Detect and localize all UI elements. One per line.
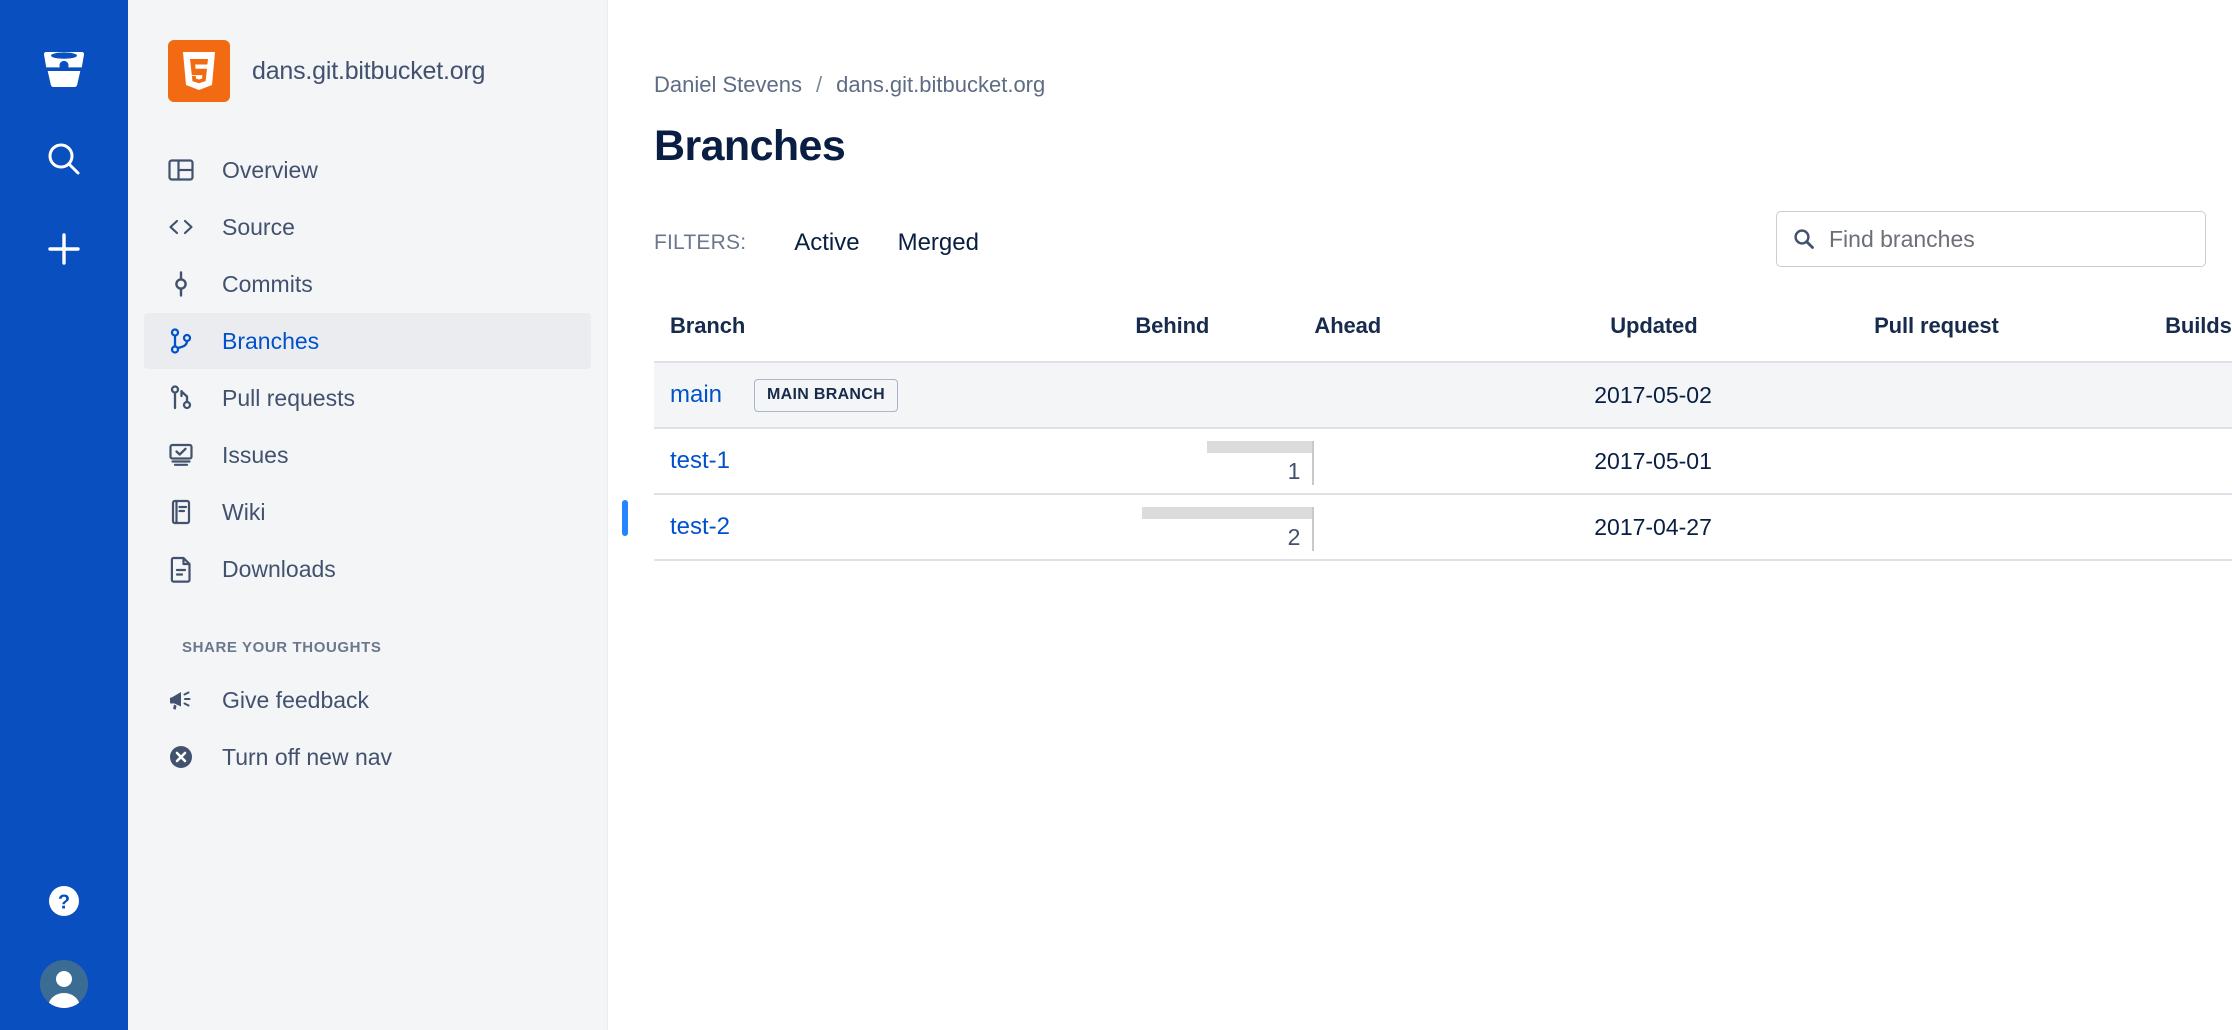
sidebar-item-label: Downloads xyxy=(222,556,336,583)
commit-node-icon xyxy=(166,269,196,299)
issue-checkbox-icon xyxy=(166,440,196,470)
cell-pull-request xyxy=(1874,494,2165,560)
sidebar-item-label: Wiki xyxy=(222,499,265,526)
cell-builds xyxy=(2165,494,2232,560)
breadcrumb-separator: / xyxy=(816,72,822,98)
cell-ahead xyxy=(1314,362,1594,428)
behind-bar xyxy=(1207,441,1312,453)
code-brackets-icon xyxy=(166,212,196,242)
cell-updated: 2017-04-27 xyxy=(1594,494,1874,560)
breadcrumb-owner[interactable]: Daniel Stevens xyxy=(654,72,802,98)
branches-table: Branch Behind Ahead Updated Pull request… xyxy=(654,313,2232,561)
sidebar-section-title: SHARE YOUR THOUGHTS xyxy=(144,639,591,656)
sidebar-resize-handle[interactable] xyxy=(622,500,628,536)
sidebar-item-branches[interactable]: Branches xyxy=(144,313,591,369)
svg-text:?: ? xyxy=(58,892,70,914)
sidebar-item-give-feedback[interactable]: Give feedback xyxy=(144,672,591,728)
sidebar-item-downloads[interactable]: Downloads xyxy=(144,541,591,597)
table-row[interactable]: test-1 1 2017-05-01 xyxy=(654,428,2232,494)
rail-bottom-group: ? xyxy=(0,878,128,1008)
cell-updated: 2017-05-01 xyxy=(1594,428,1874,494)
status-badge: MAIN BRANCH xyxy=(754,379,898,412)
megaphone-icon xyxy=(166,685,196,715)
sidebar-item-turn-off-new-nav[interactable]: Turn off new nav xyxy=(144,729,591,785)
bitbucket-app-window: ? dans.git.bitbucket.org xyxy=(0,0,2232,1030)
pull-request-icon xyxy=(166,383,196,413)
cell-ahead xyxy=(1314,494,1594,560)
cell-builds xyxy=(2165,362,2232,428)
filter-tab-active[interactable]: Active xyxy=(794,229,859,257)
table-header: Branch Behind Ahead Updated Pull request… xyxy=(654,313,2232,362)
search-icon[interactable] xyxy=(33,128,95,190)
sidebar-item-label: Pull requests xyxy=(222,385,355,412)
column-header-behind: Behind xyxy=(1135,313,1314,362)
bitbucket-logo-icon[interactable] xyxy=(33,38,95,100)
help-circle-icon[interactable]: ? xyxy=(41,878,87,924)
sidebar-item-overview[interactable]: Overview xyxy=(144,142,591,198)
repo-name: dans.git.bitbucket.org xyxy=(252,57,485,86)
column-header-branch: Branch xyxy=(654,313,1135,362)
breadcrumb: Daniel Stevens / dans.git.bitbucket.org xyxy=(654,72,2232,98)
close-circle-icon xyxy=(166,742,196,772)
sidebar-item-label: Branches xyxy=(222,328,319,355)
html5-logo-icon xyxy=(168,40,230,102)
filters-row: FILTERS: Active Merged xyxy=(654,215,2232,271)
sidebar-item-label: Commits xyxy=(222,271,313,298)
cell-updated: 2017-05-02 xyxy=(1594,362,1874,428)
cell-pull-request xyxy=(1874,428,2165,494)
table-row[interactable]: test-2 2 2017-04-27 xyxy=(654,494,2232,560)
column-header-ahead: Ahead xyxy=(1314,313,1594,362)
sidebar-item-commits[interactable]: Commits xyxy=(144,256,591,312)
filters-label: FILTERS: xyxy=(654,231,746,255)
download-file-icon xyxy=(166,554,196,584)
branch-link[interactable]: main xyxy=(670,381,722,409)
cell-builds xyxy=(2165,428,2232,494)
global-nav-rail: ? xyxy=(0,0,128,1030)
wiki-page-icon xyxy=(166,497,196,527)
page-title: Branches xyxy=(654,122,2232,171)
filter-tab-merged[interactable]: Merged xyxy=(898,229,979,257)
sidebar-item-wiki[interactable]: Wiki xyxy=(144,484,591,540)
sidebar-item-issues[interactable]: Issues xyxy=(144,427,591,483)
cell-branch: test-2 xyxy=(654,494,1135,560)
search-icon xyxy=(1793,228,1815,250)
column-header-updated: Updated xyxy=(1594,313,1874,362)
cell-ahead xyxy=(1314,428,1594,494)
column-header-builds: Builds xyxy=(2165,313,2232,362)
table-row[interactable]: main MAIN BRANCH 2017-05-02 xyxy=(654,362,2232,428)
sidebar-item-label: Overview xyxy=(222,157,318,184)
column-header-pull-request: Pull request xyxy=(1874,313,2165,362)
search-input[interactable] xyxy=(1829,226,2189,253)
cell-branch: test-1 xyxy=(654,428,1135,494)
branch-link[interactable]: test-1 xyxy=(670,447,730,475)
behind-count: 1 xyxy=(1288,458,1301,485)
branch-link[interactable]: test-2 xyxy=(670,513,730,541)
sidebar-item-source[interactable]: Source xyxy=(144,199,591,255)
cell-pull-request xyxy=(1874,362,2165,428)
avatar[interactable] xyxy=(40,960,88,1008)
repo-sidebar: dans.git.bitbucket.org Overview xyxy=(128,0,608,1030)
cell-behind: 1 xyxy=(1135,428,1314,494)
main-content: Daniel Stevens / dans.git.bitbucket.org … xyxy=(608,0,2232,1030)
branch-icon xyxy=(166,326,196,356)
sidebar-item-pull-requests[interactable]: Pull requests xyxy=(144,370,591,426)
cell-behind: 2 xyxy=(1135,494,1314,560)
behind-count: 2 xyxy=(1288,524,1301,551)
behind-bar xyxy=(1142,507,1312,519)
repo-header[interactable]: dans.git.bitbucket.org xyxy=(128,0,607,102)
breadcrumb-repo[interactable]: dans.git.bitbucket.org xyxy=(836,72,1045,98)
repo-nav: Overview Source xyxy=(128,142,607,785)
cell-branch: main MAIN BRANCH xyxy=(654,362,1135,428)
plus-icon[interactable] xyxy=(33,218,95,280)
sidebar-item-label: Issues xyxy=(222,442,288,469)
sidebar-item-label: Source xyxy=(222,214,295,241)
table-body: main MAIN BRANCH 2017-05-02 test-1 xyxy=(654,362,2232,560)
sidebar-item-label: Turn off new nav xyxy=(222,744,392,771)
layout-dashboard-icon xyxy=(166,155,196,185)
find-branches-search[interactable] xyxy=(1776,211,2206,267)
cell-behind xyxy=(1135,362,1314,428)
sidebar-item-label: Give feedback xyxy=(222,687,369,714)
